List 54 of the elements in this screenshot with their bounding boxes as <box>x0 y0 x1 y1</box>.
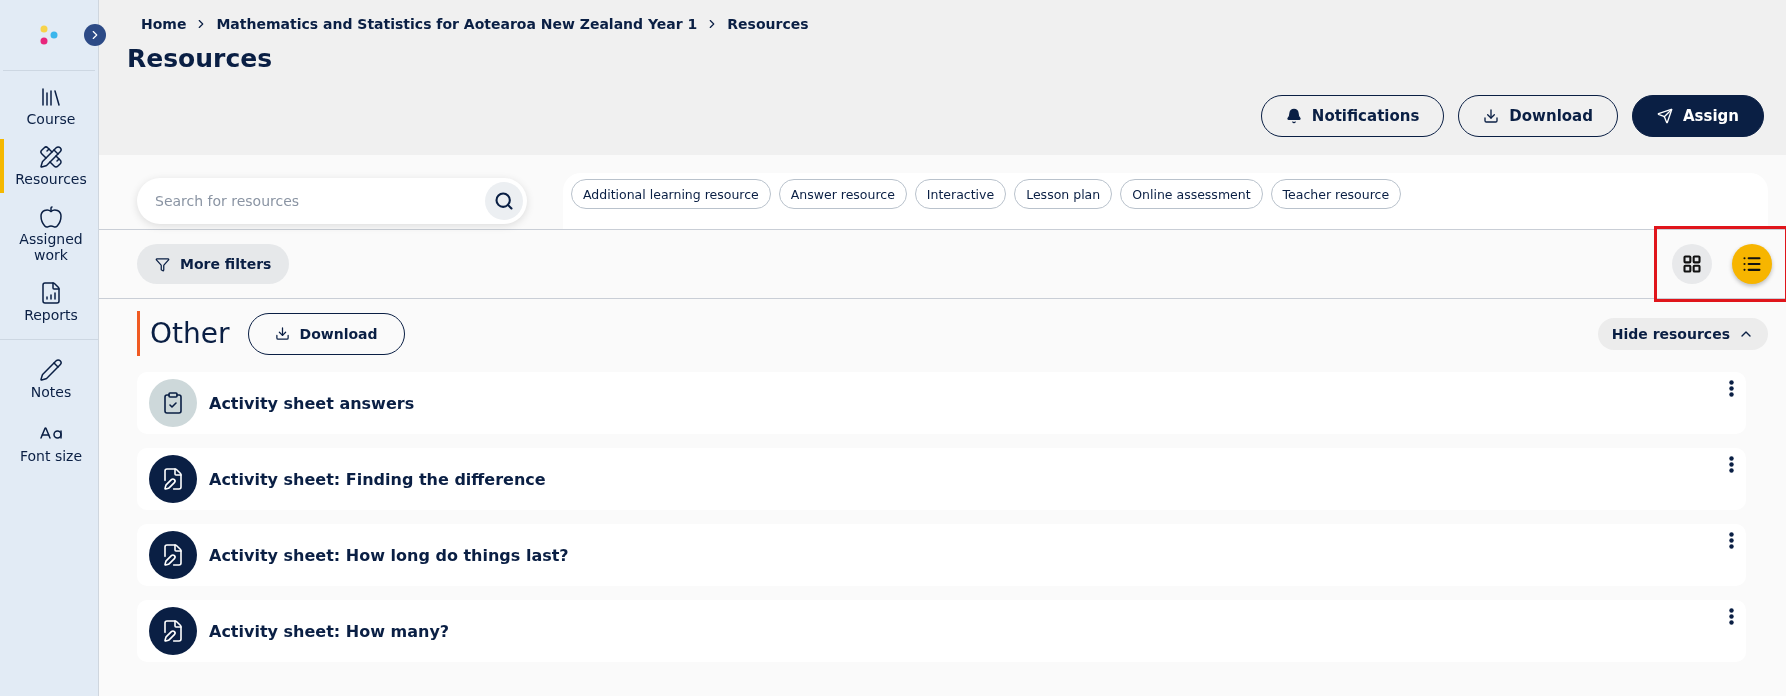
resource-title: Activity sheet: How many? <box>209 621 450 641</box>
list-icon <box>1742 254 1762 274</box>
sidebar-item[interactable]: Assigned work <box>0 199 98 269</box>
sidebar-item[interactable]: Reports <box>0 275 98 329</box>
apple-icon <box>39 205 63 229</box>
search-input[interactable]: Search for resources <box>153 192 485 210</box>
search-icon <box>494 191 514 211</box>
filter-chip[interactable]: Additional learning resource <box>571 179 771 209</box>
section-title: Other <box>137 311 230 356</box>
filter-chip[interactable]: Online assessment <box>1120 179 1263 209</box>
sidebar-item[interactable]: Font size <box>0 416 98 470</box>
resource-row[interactable]: Activity sheet answers <box>137 372 1746 434</box>
sidebar-item[interactable]: Course <box>0 79 98 133</box>
filter-chip[interactable]: Answer resource <box>778 179 907 209</box>
resource-row[interactable]: Activity sheet: How long do things last? <box>137 524 1746 586</box>
sidebar-item[interactable]: Notes <box>0 352 98 406</box>
checklist-icon <box>149 379 197 427</box>
page-title: Resources <box>127 44 274 73</box>
document-pen-icon <box>149 455 197 503</box>
resource-title: Activity sheet: How long do things last? <box>209 545 569 565</box>
resource-row[interactable]: Activity sheet: Finding the difference <box>137 448 1746 510</box>
kebab-icon <box>1729 532 1734 549</box>
report-icon <box>39 281 63 305</box>
kebab-icon <box>1729 608 1734 625</box>
assign-button[interactable]: Assign <box>1631 95 1764 137</box>
search-bar[interactable]: Search for resources <box>137 178 527 224</box>
search-button[interactable] <box>485 182 523 220</box>
resource-title: Activity sheet answers <box>209 393 415 413</box>
filter-chip[interactable]: Teacher resource <box>1270 179 1402 209</box>
grid-icon <box>1682 254 1702 274</box>
resource-row[interactable]: Activity sheet: How many? <box>137 600 1746 662</box>
kebab-icon <box>1729 456 1734 473</box>
logo-icon <box>38 24 60 46</box>
kebab-icon <box>1729 380 1734 397</box>
books-icon <box>39 85 63 109</box>
bell-icon <box>1285 108 1302 124</box>
more-filters-button[interactable]: More filters <box>137 244 290 284</box>
breadcrumb-link[interactable]: Resources <box>727 16 809 32</box>
document-pen-icon <box>149 531 197 579</box>
list-view-button[interactable] <box>1732 244 1772 284</box>
download-icon <box>1483 108 1500 124</box>
filter-chip[interactable]: Interactive <box>914 179 1007 209</box>
resource-title: Activity sheet: Finding the difference <box>209 469 546 489</box>
download-icon <box>274 326 290 341</box>
hide-resources-button[interactable]: Hide resources <box>1597 317 1768 350</box>
filter-chip[interactable]: Lesson plan <box>1014 179 1113 209</box>
grid-view-button[interactable] <box>1672 244 1712 284</box>
expand-sidebar-button[interactable] <box>84 24 106 46</box>
breadcrumb-link[interactable]: Home <box>141 16 187 32</box>
pencil-icon <box>39 358 63 382</box>
paper-plane-icon <box>1656 108 1673 124</box>
filter-icon <box>155 256 170 272</box>
breadcrumb-link[interactable]: Mathematics and Statistics for Aotearoa New Zealand Year 1 <box>216 16 698 32</box>
document-pen-icon <box>149 607 197 655</box>
